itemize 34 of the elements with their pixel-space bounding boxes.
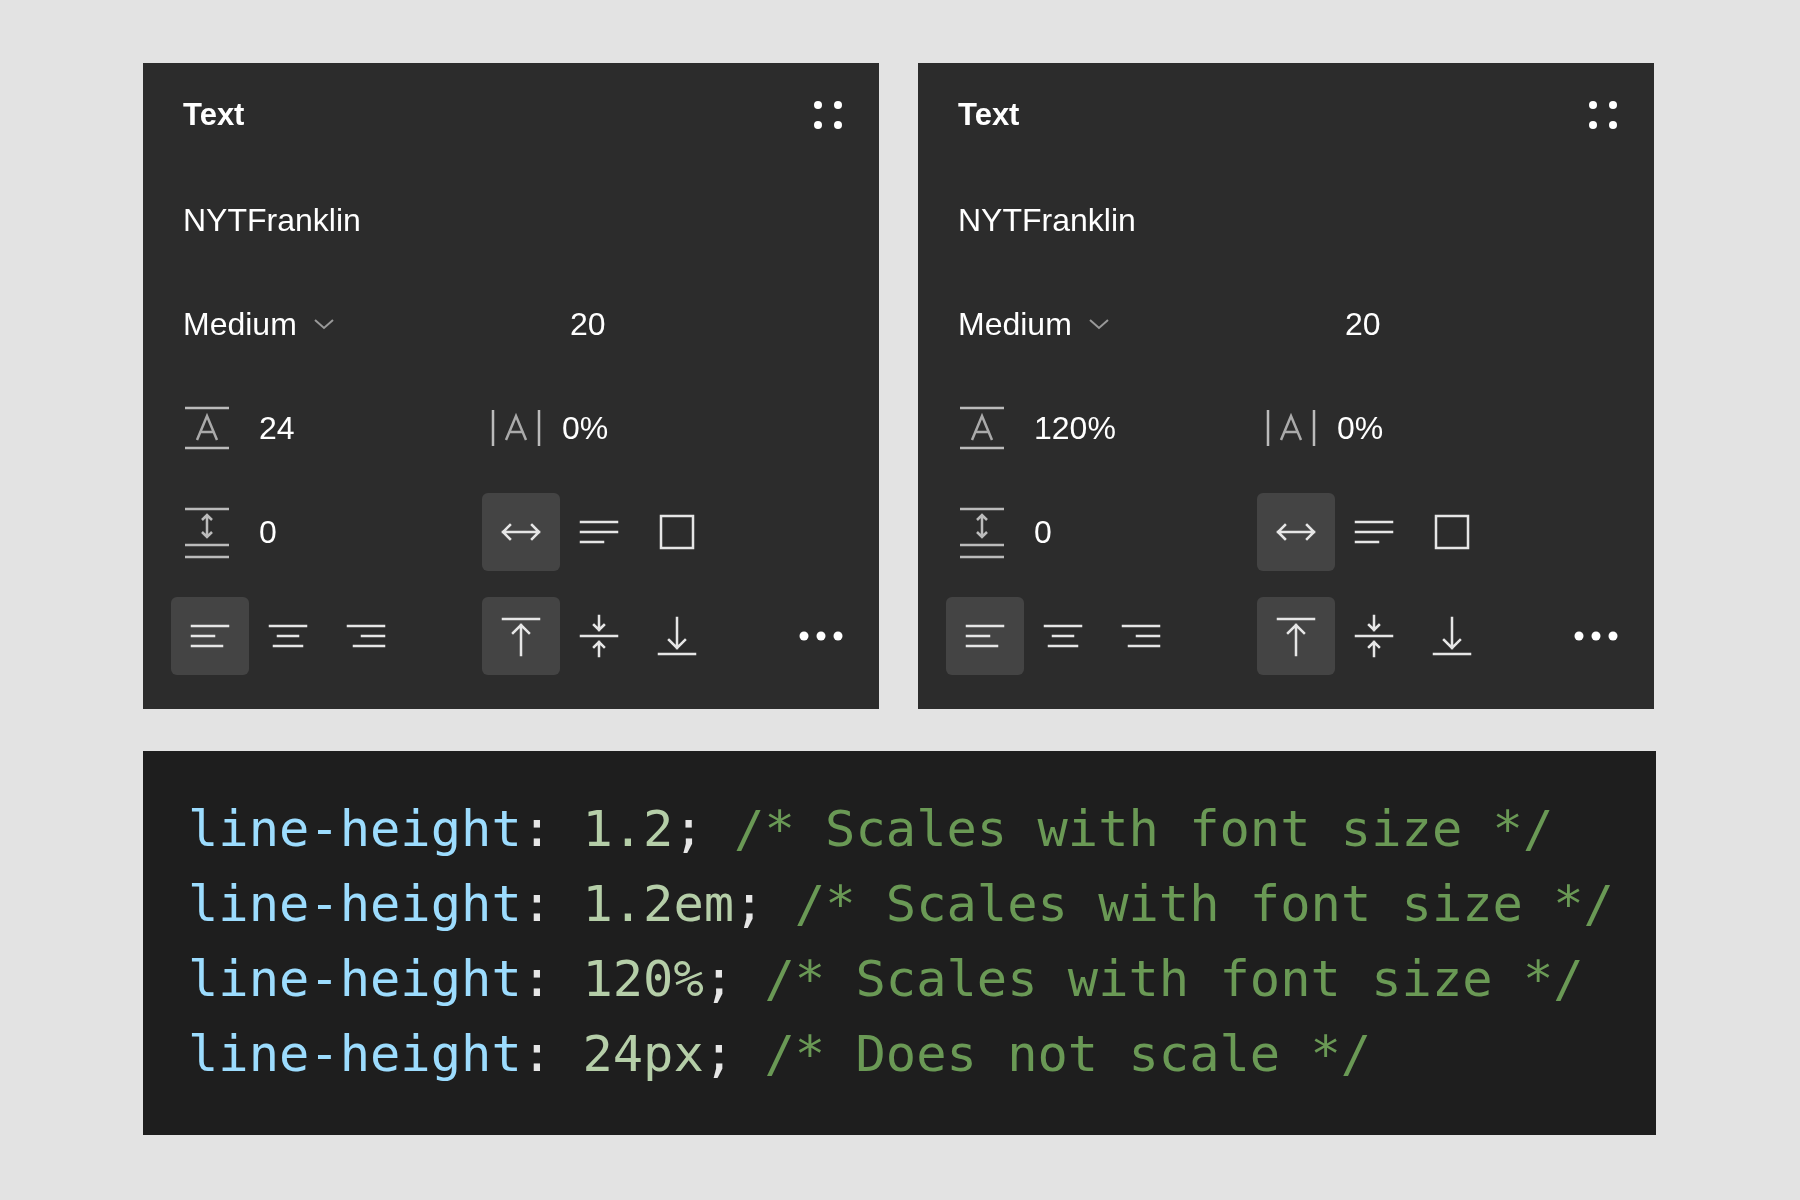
more-options-icon[interactable] — [1574, 630, 1618, 642]
paragraph-spacing-icon — [183, 505, 231, 559]
line-height-icon — [183, 404, 231, 452]
paragraph-spacing-icon — [958, 505, 1006, 559]
font-family-field[interactable]: NYTFranklin — [958, 196, 1136, 244]
grip-dots-icon[interactable] — [813, 100, 843, 130]
code-line: line-height: 120%; /* Scales with font size */ — [188, 948, 1584, 1010]
line-height-field[interactable]: 24 — [259, 404, 295, 452]
code-line: line-height: 1.2; /* Scales with font size */ — [188, 798, 1554, 860]
font-weight-dropdown[interactable]: Medium — [183, 300, 335, 348]
line-height-field[interactable]: 120% — [1034, 404, 1116, 452]
panel-title: Text — [183, 95, 245, 134]
code-line: line-height: 1.2em; /* Scales with font size */ — [188, 873, 1614, 935]
top-button[interactable] — [1257, 597, 1335, 675]
auto-width-button[interactable] — [482, 493, 560, 571]
code-line: line-height: 24px; /* Does not scale */ — [188, 1023, 1372, 1085]
chevron-down-icon — [312, 317, 335, 331]
chevron-down-icon — [1087, 317, 1110, 331]
font-family-field[interactable]: NYTFranklin — [183, 196, 361, 244]
letter-spacing-field[interactable]: 0% — [1337, 404, 1384, 452]
panel-title: Text — [958, 95, 1020, 134]
letter-spacing-field[interactable]: 0% — [562, 404, 609, 452]
paragraph-spacing-field[interactable]: 0 — [259, 508, 277, 556]
left-button[interactable] — [946, 597, 1024, 675]
more-options-icon[interactable] — [799, 630, 843, 642]
paragraph-spacing-field[interactable]: 0 — [1034, 508, 1052, 556]
line-height-icon — [958, 404, 1006, 452]
font-size-field[interactable]: 20 — [570, 300, 606, 348]
font-size-field[interactable]: 20 — [1345, 300, 1381, 348]
left-button[interactable] — [171, 597, 249, 675]
font-weight-dropdown[interactable]: Medium — [958, 300, 1110, 348]
top-button[interactable] — [482, 597, 560, 675]
auto-width-button[interactable] — [1257, 493, 1335, 571]
grip-dots-icon[interactable] — [1588, 100, 1618, 130]
